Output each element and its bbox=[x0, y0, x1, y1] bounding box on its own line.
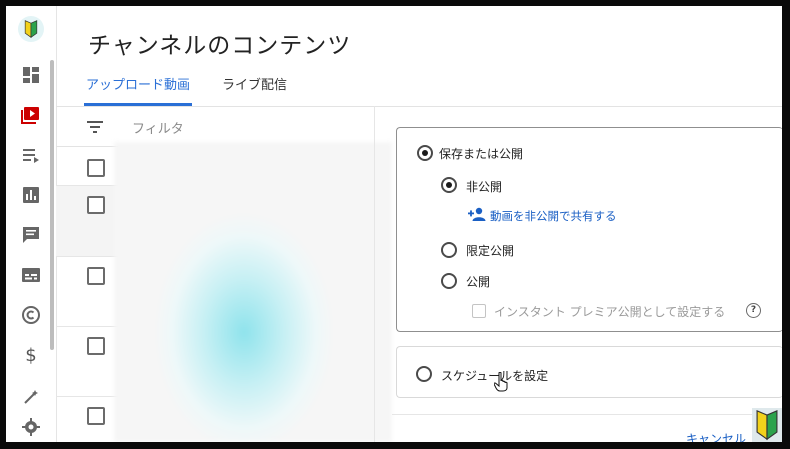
beginner-mark-icon[interactable] bbox=[18, 16, 44, 42]
row-checkbox[interactable] bbox=[87, 337, 105, 355]
public-radio[interactable] bbox=[441, 273, 457, 289]
row-divider bbox=[56, 256, 118, 257]
row-checkbox[interactable] bbox=[87, 267, 105, 285]
row-checkbox[interactable] bbox=[87, 407, 105, 425]
playlist-icon[interactable] bbox=[20, 144, 42, 166]
unlisted-label[interactable]: 限定公開 bbox=[466, 242, 514, 259]
sidebar-scrollbar[interactable] bbox=[50, 60, 54, 350]
private-label[interactable]: 非公開 bbox=[466, 178, 502, 195]
row-divider bbox=[56, 396, 118, 397]
share-private-link[interactable]: 動画を非公開で共有する bbox=[490, 208, 617, 224]
copyright-icon[interactable] bbox=[20, 304, 42, 326]
row-divider bbox=[56, 185, 118, 186]
tab-live[interactable]: ライブ配信 bbox=[222, 74, 287, 103]
subtitles-icon[interactable] bbox=[20, 264, 42, 286]
cancel-button[interactable]: キャンセル bbox=[686, 430, 746, 442]
comments-icon[interactable] bbox=[20, 224, 42, 246]
public-label[interactable]: 公開 bbox=[466, 273, 490, 290]
filter-icon[interactable] bbox=[86, 118, 104, 136]
header-divider bbox=[56, 106, 782, 107]
premiere-label: インスタント プレミア公開として設定する bbox=[494, 305, 726, 319]
monetization-icon[interactable]: $ bbox=[20, 344, 42, 366]
footer-divider bbox=[392, 414, 782, 415]
select-all-checkbox[interactable] bbox=[87, 159, 105, 177]
unlisted-radio[interactable] bbox=[441, 242, 457, 258]
panel-divider bbox=[374, 106, 375, 442]
save-or-publish-radio[interactable] bbox=[417, 145, 433, 161]
settings-icon[interactable] bbox=[20, 416, 42, 438]
customization-icon[interactable] bbox=[20, 386, 42, 408]
filter-input[interactable]: フィルタ bbox=[132, 118, 184, 137]
analytics-icon[interactable] bbox=[20, 184, 42, 206]
premiere-checkbox[interactable] bbox=[472, 304, 486, 318]
private-radio[interactable] bbox=[441, 177, 457, 193]
tab-uploads[interactable]: アップロード動画 bbox=[86, 74, 190, 103]
page-title: チャンネルのコンテンツ bbox=[88, 33, 352, 59]
add-person-icon[interactable] bbox=[468, 206, 486, 222]
save-or-publish-label[interactable]: 保存または公開 bbox=[439, 145, 523, 162]
help-icon[interactable]: ? bbox=[746, 303, 761, 318]
schedule-radio[interactable] bbox=[416, 366, 432, 382]
beginner-mark-overlay bbox=[752, 408, 782, 442]
row-checkbox[interactable] bbox=[87, 196, 105, 214]
hand-cursor-icon bbox=[494, 372, 508, 392]
content-icon[interactable] bbox=[20, 104, 42, 126]
left-rail: $ bbox=[6, 6, 57, 442]
studio-window: $ チャンネルのコンテンツ アップロード動画 ライブ配信 フィルタ 保存または公… bbox=[6, 6, 782, 442]
dashboard-icon[interactable] bbox=[20, 64, 42, 86]
blurred-video-list bbox=[114, 142, 392, 442]
row-divider bbox=[56, 326, 118, 327]
